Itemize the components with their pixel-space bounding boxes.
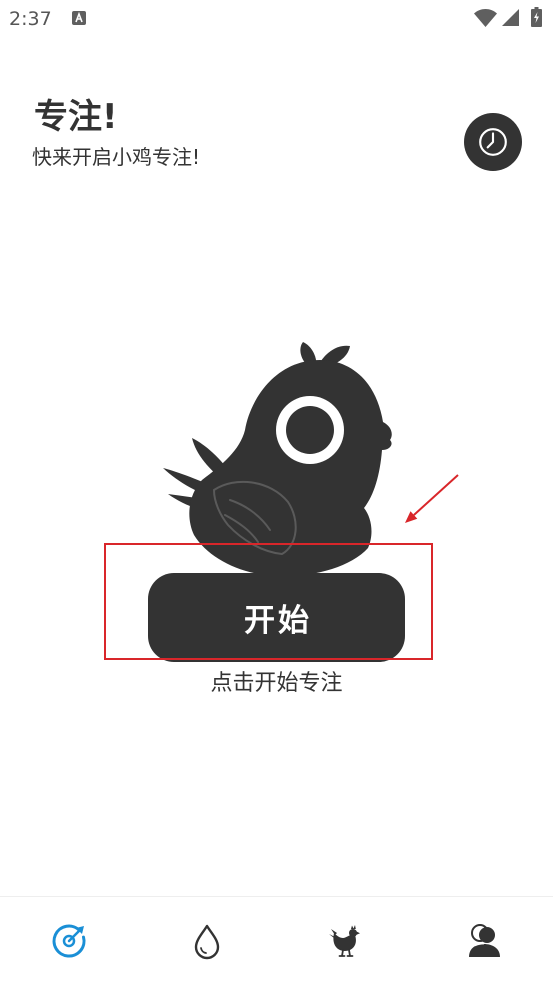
chicken-icon [326, 921, 366, 961]
chick-illustration [163, 342, 392, 577]
signal-icon [502, 9, 519, 26]
text-a-notification-icon [72, 11, 86, 25]
water-drop-icon-graphic [194, 924, 220, 960]
chick-eye-pupil [286, 406, 334, 454]
profile-icon-graphic [469, 924, 500, 957]
clock-icon [477, 126, 509, 158]
status-time: 2:37 [9, 8, 52, 30]
battery-charging-icon [531, 7, 542, 27]
wifi-icon-graphic [474, 9, 497, 27]
page-title: 专注! [34, 97, 118, 137]
nav-item-focus[interactable] [47, 919, 91, 963]
nav-item-profile[interactable] [462, 919, 506, 963]
clock-icon-graphic [479, 128, 507, 156]
water-drop-icon [187, 921, 227, 961]
chicken-icon-graphic [329, 925, 360, 957]
profile-icon [464, 921, 504, 961]
focus-dial-icon-graphic [52, 924, 86, 958]
start-button[interactable]: 开始 [148, 573, 405, 662]
battery-charging-icon-graphic [531, 7, 542, 27]
page-subtitle: 快来开启小鸡专注! [32, 145, 201, 169]
bottom-nav [0, 896, 553, 984]
nav-item-water[interactable] [185, 919, 229, 963]
chick-body [189, 360, 392, 577]
wifi-icon [474, 9, 497, 27]
annotation-arrow [405, 474, 459, 523]
focus-screen: 2:37 专注! 快来开启小鸡专注! 开始 点击开始专注 [0, 0, 553, 984]
start-hint-text: 点击开始专注 [210, 671, 343, 696]
start-button-label: 开始 [244, 603, 312, 639]
history-button[interactable] [464, 113, 522, 171]
status-bar: 2:37 [0, 0, 553, 36]
chick-eye [276, 396, 344, 464]
text-a-notification-icon-graphic [72, 11, 86, 25]
signal-icon-graphic [502, 9, 519, 26]
nav-item-chicken[interactable] [324, 919, 368, 963]
focus-dial-icon [49, 921, 89, 961]
